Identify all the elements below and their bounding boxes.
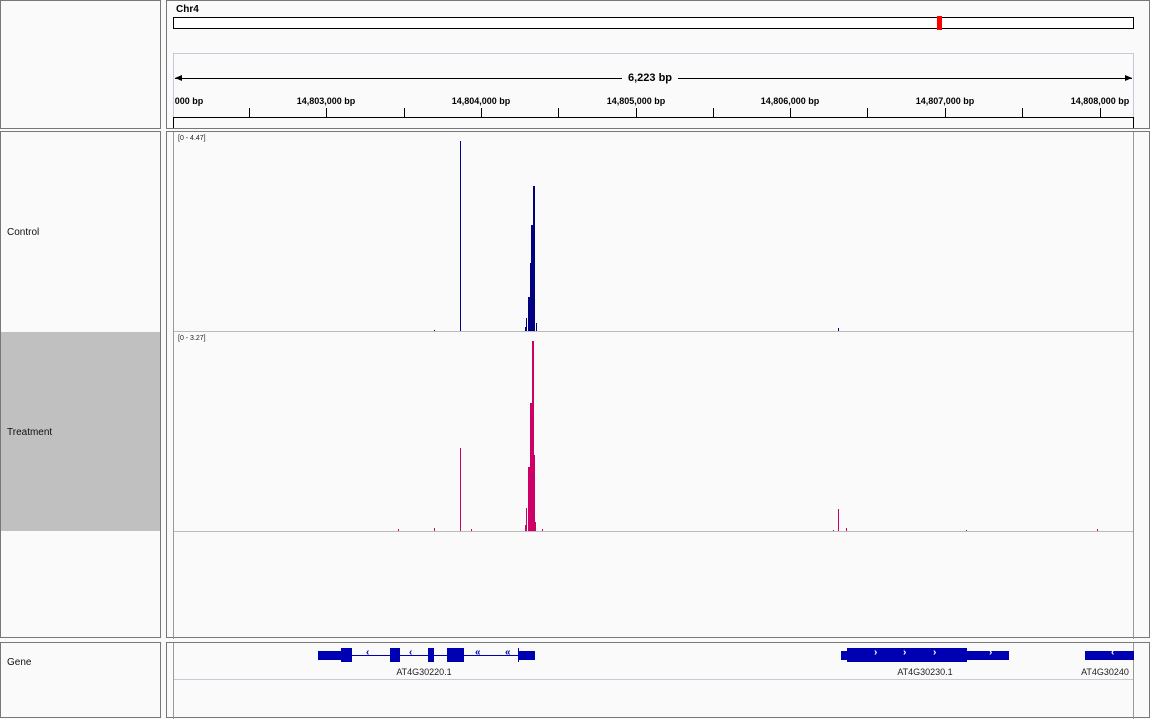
data-range-label: [0 - 4.47]: [178, 135, 206, 142]
exon[interactable]: [847, 648, 967, 662]
ruler-tick: [1100, 108, 1101, 117]
exon[interactable]: [390, 648, 400, 662]
exon[interactable]: [428, 648, 434, 662]
ruler-tick: [249, 108, 250, 117]
exon[interactable]: [447, 648, 464, 662]
coverage-bar: [833, 529, 835, 531]
coverage-bar: [459, 141, 461, 331]
ruler-label: 14,803,000 bp: [296, 96, 356, 106]
gene-features[interactable]: ‹ ‹ « « › › › › ‹: [167, 643, 1150, 679]
gene-label[interactable]: AT4G30230.1: [897, 667, 952, 677]
track-name-control[interactable]: Control: [7, 227, 39, 238]
ruler-tick: [558, 108, 559, 117]
ruler-label: 14,805,000 bp: [606, 96, 666, 106]
ruler-panel: Chr4 6,223 bp 000 bp 14,803,000 bp 14,804,…: [166, 0, 1150, 129]
strand-arrow-icon: ›: [874, 647, 878, 658]
utr[interactable]: [1085, 651, 1134, 660]
chromosome-ideogram[interactable]: [173, 16, 1134, 30]
coverage-bar: [470, 529, 472, 531]
current-region-marker[interactable]: [937, 16, 942, 30]
ruler-label: 14,804,000 bp: [451, 96, 511, 106]
gene-label[interactable]: AT4G30240: [1081, 667, 1129, 677]
ruler-baseline: [173, 117, 1134, 128]
utr[interactable]: [318, 651, 342, 660]
strand-arrow-icon: ›: [933, 647, 937, 658]
strand-arrow-icon: «: [475, 647, 481, 658]
coverage-bar: [966, 529, 968, 531]
coverage-bar: [459, 447, 461, 531]
coverage-bar: [398, 529, 400, 531]
ruler-tick: [790, 108, 791, 117]
track-name-treatment[interactable]: Treatment: [7, 427, 52, 438]
left-arrow-icon: [175, 75, 182, 81]
coverage-bar: [535, 322, 537, 331]
strand-arrow-icon: «: [505, 647, 511, 658]
utr[interactable]: [967, 651, 1009, 660]
ruler-label: 14,808,000 bp: [1070, 96, 1130, 106]
ruler-tick: [1022, 108, 1023, 117]
ruler-label: 14,806,000 bp: [760, 96, 820, 106]
divider: [174, 679, 1133, 680]
strand-arrow-icon: ›: [903, 647, 907, 658]
data-panel: [0 - 4.47] [0 - 3.27]: [166, 131, 1150, 639]
header-name-panel: [0, 0, 161, 129]
strand-arrow-icon: ‹: [409, 647, 413, 658]
ruler-tick: [713, 108, 714, 117]
coverage-bar: [838, 328, 840, 331]
exon[interactable]: [341, 648, 352, 662]
gene-name-panel: Gene: [0, 642, 161, 718]
ruler-tick: [636, 108, 637, 117]
strand-arrow-icon: ›: [989, 647, 993, 658]
coverage-bar: [541, 529, 543, 531]
data-range-label: [0 - 3.27]: [178, 335, 206, 342]
coverage-bar: [533, 455, 536, 531]
strand-arrow-icon: ‹: [366, 647, 370, 658]
coverage-bar: [534, 522, 536, 531]
ruler-tick: [326, 108, 327, 117]
divider: [1133, 132, 1134, 639]
utr[interactable]: [519, 651, 535, 660]
coverage-bar: [1097, 529, 1099, 531]
span-label: 6,223 bp: [622, 72, 679, 84]
ruler-label: 14,807,000 bp: [915, 96, 975, 106]
ruler-tick: [867, 108, 868, 117]
chromosome-label[interactable]: Chr4: [176, 4, 199, 15]
divider: [173, 53, 1134, 54]
track-name-gene[interactable]: Gene: [7, 657, 31, 668]
strand-arrow-icon: ‹: [1111, 647, 1115, 658]
coverage-bar: [433, 528, 435, 531]
gene-label[interactable]: AT4G30220.1: [396, 667, 451, 677]
ruler-tick: [945, 108, 946, 117]
data-name-panel: Control Treatment: [0, 131, 161, 638]
coverage-bar: [845, 528, 847, 531]
gene-panel: ‹ ‹ « « › › › › ‹ AT4G30220.1 AT4G30230.1 AT4G30…: [166, 642, 1150, 719]
coverage-bar: [838, 508, 840, 531]
right-arrow-icon: [1125, 75, 1132, 81]
treatment-track[interactable]: [0 - 3.27]: [174, 332, 1133, 532]
ruler-label: 000 bp: [174, 96, 204, 106]
coverage-bar: [433, 329, 435, 331]
control-track[interactable]: [0 - 4.47]: [174, 132, 1133, 332]
ruler-tick: [481, 108, 482, 117]
ruler-tick: [404, 108, 405, 117]
